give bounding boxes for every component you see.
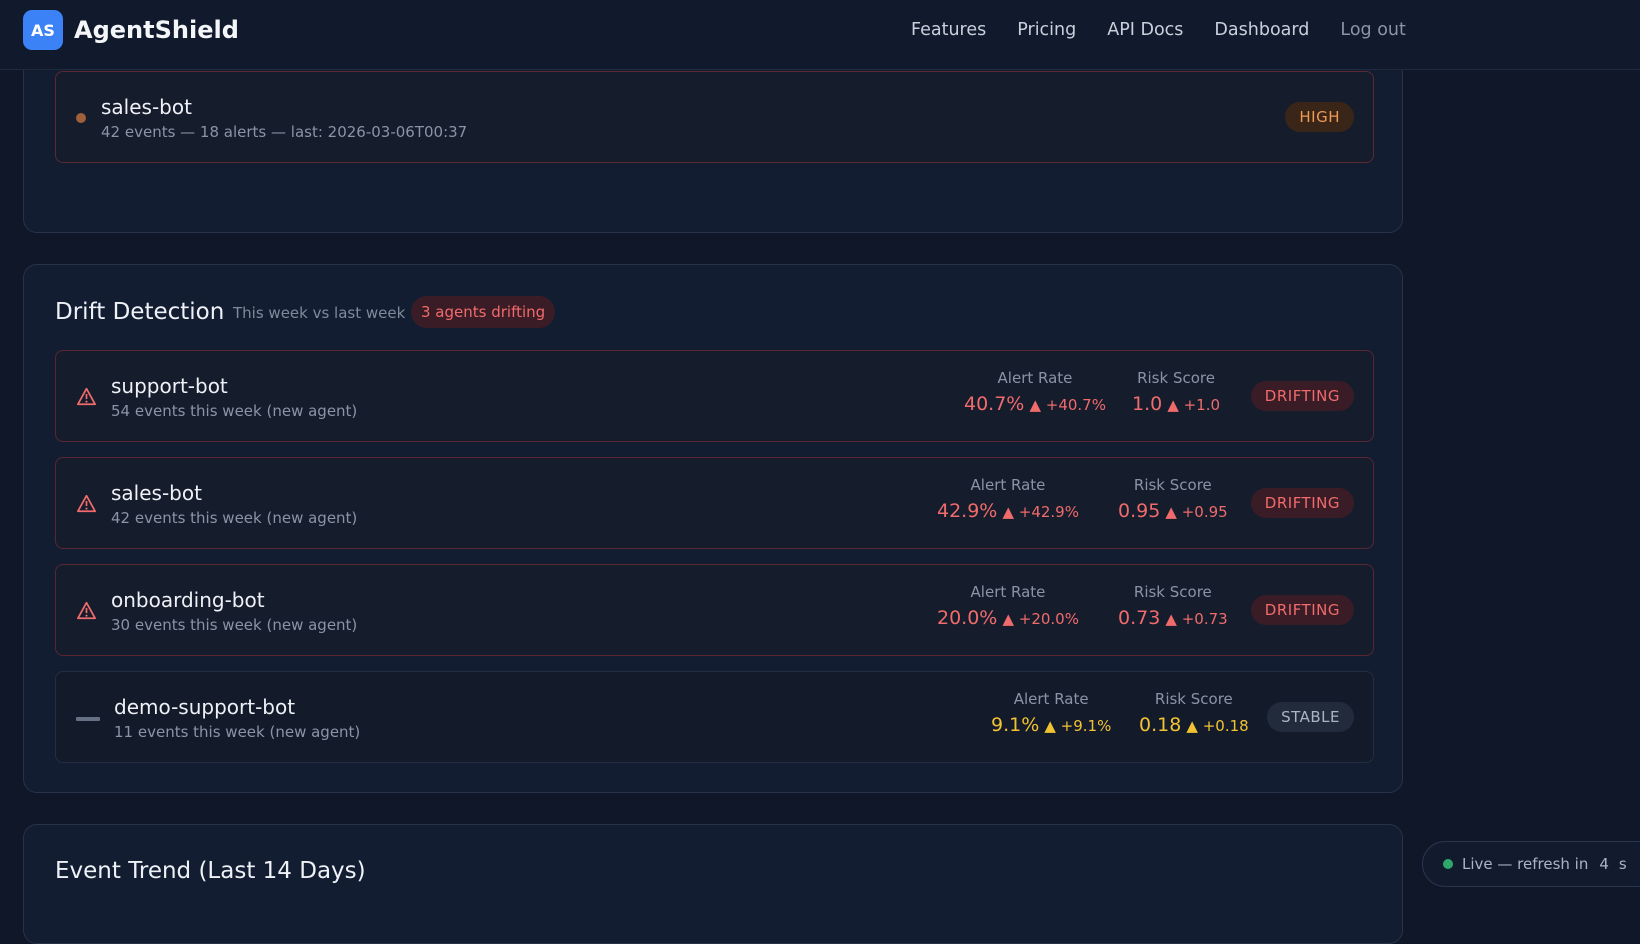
- alert-rate-metric: Alert Rate 9.1% ▲ +9.1%: [991, 690, 1111, 736]
- metric-label: Alert Rate: [970, 476, 1046, 494]
- drift-row-demo-support-bot[interactable]: demo-support-bot 11 events this week (ne…: [55, 671, 1374, 763]
- status-badge: DRIFTING: [1250, 595, 1354, 625]
- drift-row-support-bot[interactable]: support-bot 54 events this week (new age…: [55, 350, 1374, 442]
- nav-features[interactable]: Features: [911, 19, 986, 41]
- metric-value: 0.73: [1118, 607, 1161, 629]
- section-title: Event Trend (Last 14 Days): [55, 858, 366, 884]
- risk-badge: HIGH: [1285, 102, 1354, 132]
- nav-logout[interactable]: Log out: [1340, 19, 1405, 41]
- top-navbar: AS AgentShield Features Pricing API Docs…: [0, 0, 1640, 70]
- risk-dot-icon: [76, 113, 86, 123]
- live-countdown: 4: [1599, 855, 1609, 873]
- metric-label: Alert Rate: [970, 583, 1046, 601]
- agent-name: support-bot: [111, 374, 228, 398]
- drift-row-onboarding-bot[interactable]: onboarding-bot 30 events this week (new …: [55, 564, 1374, 656]
- agent-summary: 30 events this week (new agent): [111, 616, 358, 634]
- section-title: Drift Detection: [55, 299, 225, 325]
- live-label: Live — refresh in: [1462, 855, 1589, 873]
- metric-value: 1.0: [1132, 393, 1163, 415]
- agent-summary: 42 events — 18 alerts — last: 2026-03-06…: [101, 123, 468, 141]
- alert-rate-metric: Alert Rate 40.7% ▲ +40.7%: [964, 369, 1106, 415]
- warning-icon: [77, 601, 96, 620]
- nav-pricing[interactable]: Pricing: [1017, 19, 1076, 41]
- brand[interactable]: AS AgentShield: [23, 10, 239, 50]
- nav-api-docs[interactable]: API Docs: [1107, 19, 1183, 41]
- metric-value: 42.9%: [937, 500, 998, 522]
- metric-label: Risk Score: [1133, 476, 1212, 494]
- status-badge: DRIFTING: [1250, 488, 1354, 518]
- risk-score-metric: Risk Score 0.95 ▲ +0.95: [1118, 476, 1228, 522]
- agent-summary: 11 events this week (new agent): [114, 723, 361, 741]
- main-nav: Features Pricing API Docs Dashboard Log …: [911, 19, 1437, 41]
- risk-score-metric: Risk Score 0.73 ▲ +0.73: [1118, 583, 1228, 629]
- metric-delta: ▲ +0.18: [1186, 717, 1249, 735]
- logo: AS: [23, 10, 63, 50]
- metric-value: 40.7%: [964, 393, 1025, 415]
- metric-value: 9.1%: [991, 714, 1040, 736]
- metric-delta: ▲ +42.9%: [1002, 503, 1079, 521]
- metric-delta: ▲ +9.1%: [1044, 717, 1112, 735]
- alert-rate-metric: Alert Rate 42.9% ▲ +42.9%: [937, 476, 1079, 522]
- metric-delta: ▲ +20.0%: [1002, 610, 1079, 628]
- agent-summary: 54 events this week (new agent): [111, 402, 358, 420]
- metric-label: Alert Rate: [1013, 690, 1089, 708]
- agent-name: onboarding-bot: [111, 588, 265, 612]
- drift-detection-card: Drift Detection This week vs last week 3…: [23, 264, 1403, 793]
- status-badge: DRIFTING: [1250, 381, 1354, 411]
- drifting-count-badge: 3 agents drifting: [411, 296, 556, 328]
- agent-name: sales-bot: [101, 95, 192, 119]
- section-subtitle: This week vs last week: [233, 304, 406, 322]
- status-badge: STABLE: [1267, 702, 1354, 732]
- agent-name: sales-bot: [111, 481, 202, 505]
- metric-label: Risk Score: [1137, 369, 1215, 387]
- risk-score-metric: Risk Score 1.0 ▲ +1.0: [1132, 369, 1220, 415]
- brand-name: AgentShield: [74, 16, 239, 44]
- metric-label: Risk Score: [1133, 583, 1212, 601]
- metric-delta: ▲ +0.95: [1165, 503, 1228, 521]
- stable-dash-icon: [76, 717, 100, 721]
- warning-icon: [77, 387, 96, 406]
- drift-row-sales-bot[interactable]: sales-bot 42 events this week (new agent…: [55, 457, 1374, 549]
- live-status-dot-icon: [1443, 859, 1453, 869]
- event-trend-card: Event Trend (Last 14 Days): [23, 824, 1403, 944]
- agent-summary: 42 events this week (new agent): [111, 509, 358, 527]
- metric-delta: ▲ +0.73: [1165, 610, 1228, 628]
- metric-value: 20.0%: [937, 607, 998, 629]
- alert-rate-metric: Alert Rate 20.0% ▲ +20.0%: [937, 583, 1079, 629]
- agent-row-sales-bot[interactable]: sales-bot 42 events — 18 alerts — last: …: [55, 71, 1374, 163]
- metric-value: 0.18: [1139, 714, 1182, 736]
- metric-delta: ▲ +1.0: [1167, 396, 1221, 414]
- live-refresh-indicator[interactable]: Live — refresh in 4 s: [1422, 841, 1640, 887]
- risk-score-metric: Risk Score 0.18 ▲ +0.18: [1139, 690, 1249, 736]
- agent-name: demo-support-bot: [114, 695, 296, 719]
- metric-delta: ▲ +40.7%: [1029, 396, 1106, 414]
- nav-dashboard[interactable]: Dashboard: [1214, 19, 1309, 41]
- live-unit: s: [1618, 855, 1627, 873]
- warning-icon: [77, 494, 96, 513]
- metric-label: Risk Score: [1154, 690, 1233, 708]
- metric-label: Alert Rate: [997, 369, 1073, 387]
- metric-value: 0.95: [1118, 500, 1161, 522]
